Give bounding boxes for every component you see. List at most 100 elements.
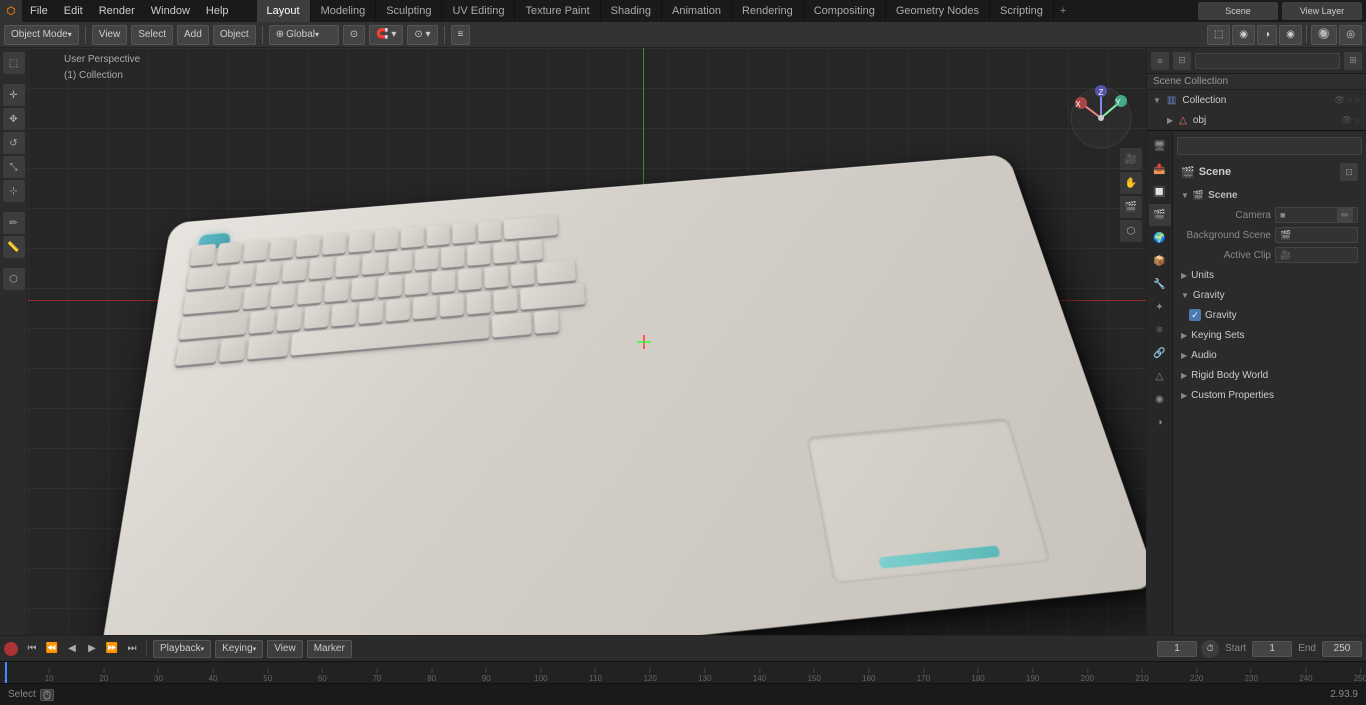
rotate-tool[interactable]: ↺	[3, 132, 25, 154]
workspace-tab-scripting[interactable]: Scripting	[990, 0, 1054, 22]
end-frame-input[interactable]	[1322, 641, 1362, 657]
outliner-display-mode[interactable]: ≡	[1151, 52, 1169, 70]
playback-btn[interactable]: Playback	[153, 640, 211, 658]
workspace-tab-compositing[interactable]: Compositing	[804, 0, 886, 22]
blender-logo[interactable]: ⬡	[0, 0, 22, 22]
add-menu[interactable]: Add	[177, 25, 209, 45]
collection-render-icon[interactable]: ○	[1355, 95, 1360, 106]
props-search-input[interactable]	[1177, 137, 1362, 155]
record-button[interactable]	[4, 642, 18, 656]
move-tool[interactable]: ✥	[3, 108, 25, 130]
render-preview-btn[interactable]: 🎬	[1120, 196, 1142, 218]
camera-pick-btn[interactable]: ✏	[1337, 207, 1353, 223]
keying-sets-section[interactable]: ▶ Keying Sets	[1177, 325, 1362, 345]
compositing-btn[interactable]: ⬡	[1120, 220, 1142, 242]
props-tab-scene[interactable]: 🎬	[1149, 204, 1171, 226]
object-mode-dropdown[interactable]: Object Mode	[4, 25, 79, 45]
props-tab-constraints[interactable]: 🔗	[1149, 342, 1171, 364]
material-preview[interactable]: ◑	[1257, 25, 1277, 45]
camera-prop-value[interactable]: ■ ✏	[1275, 207, 1358, 223]
workspace-tab-layout[interactable]: Layout	[257, 0, 311, 22]
jump-start-btn[interactable]: ⏮	[24, 641, 40, 657]
units-section[interactable]: ▶ Units	[1177, 265, 1362, 285]
active-clip-value[interactable]: 🎥	[1275, 247, 1358, 263]
play-reverse-btn[interactable]: ◀	[64, 641, 80, 657]
next-keyframe-btn[interactable]: ⏩	[104, 641, 120, 657]
overlay-toggle[interactable]: ≡	[451, 25, 471, 45]
props-tab-physics[interactable]: ⚛	[1149, 319, 1171, 341]
transform-pivot[interactable]: ⊙	[343, 25, 365, 45]
cursor-tool[interactable]: ✛	[3, 84, 25, 106]
props-tab-shader[interactable]: ◑	[1149, 411, 1171, 433]
props-tab-view-layer[interactable]: 🔲	[1149, 181, 1171, 203]
workspace-tab-sculpting[interactable]: Sculpting	[376, 0, 442, 22]
wireframe-shading[interactable]: ⬚	[1207, 25, 1230, 45]
solid-shading[interactable]: ◉	[1232, 25, 1255, 45]
menu-render[interactable]: Render	[91, 0, 143, 22]
obj-visibility-icon[interactable]: 👁	[1341, 115, 1352, 126]
jump-end-btn[interactable]: ⏭	[124, 641, 140, 657]
frame-clock-icon[interactable]: ⏱	[1201, 640, 1219, 658]
props-tab-render[interactable]: 🖥	[1149, 135, 1171, 157]
props-tab-world[interactable]: 🌍	[1149, 227, 1171, 249]
outliner-item-obj[interactable]: ▶ △ obj 👁 ○	[1147, 110, 1366, 130]
viewport-overlay-btn[interactable]: 🔘	[1311, 25, 1337, 45]
transform-tool[interactable]: ⊹	[3, 180, 25, 202]
props-tab-particles[interactable]: ✦	[1149, 296, 1171, 318]
outliner-item-collection[interactable]: ▼ ▥ Collection 👁 ○ ○	[1147, 90, 1366, 110]
main-viewport[interactable]: User Perspective (1) Collection Y X Z	[28, 48, 1146, 635]
custom-props-section[interactable]: ▶ Custom Properties	[1177, 385, 1362, 405]
current-frame-input[interactable]	[1157, 641, 1197, 657]
marker-btn[interactable]: Marker	[307, 640, 352, 658]
rendered-shading[interactable]: ◉	[1279, 25, 1302, 45]
start-frame-input[interactable]	[1252, 641, 1292, 657]
props-options-btn[interactable]: ⊡	[1340, 163, 1358, 181]
outliner-filter[interactable]: ⊟	[1173, 52, 1191, 70]
menu-file[interactable]: File	[22, 0, 56, 22]
workspace-tab-texture-paint[interactable]: Texture Paint	[515, 0, 600, 22]
camera-view-btn[interactable]: 🎥	[1120, 148, 1142, 170]
add-cube-tool[interactable]: ⬡	[3, 268, 25, 290]
select-menu[interactable]: Select	[131, 25, 173, 45]
props-tab-output[interactable]: 📤	[1149, 158, 1171, 180]
audio-section[interactable]: ▶ Audio	[1177, 345, 1362, 365]
prev-keyframe-btn[interactable]: ⏪	[44, 641, 60, 657]
props-tab-data[interactable]: △	[1149, 365, 1171, 387]
navigation-gizmo[interactable]: Y X Z	[1066, 83, 1136, 156]
add-workspace-button[interactable]: +	[1054, 5, 1072, 17]
props-tab-material[interactable]: ◉	[1149, 388, 1171, 410]
collection-camera-icon[interactable]: ○	[1347, 95, 1352, 106]
snapping-toggle[interactable]: 🧲 ▾	[369, 25, 403, 45]
view-btn[interactable]: View	[267, 640, 303, 658]
workspace-tab-shading[interactable]: Shading	[601, 0, 662, 22]
collection-visibility-icon[interactable]: 👁	[1334, 95, 1345, 106]
obj-camera-icon[interactable]: ○	[1355, 115, 1360, 126]
workspace-tab-modeling[interactable]: Modeling	[311, 0, 377, 22]
outliner-search[interactable]	[1195, 53, 1340, 69]
hand-tool-btn[interactable]: ✋	[1120, 172, 1142, 194]
scene-selector[interactable]: Scene	[1198, 2, 1278, 20]
transform-global[interactable]: ⊕ Global	[269, 25, 339, 45]
scale-tool[interactable]: ⤡	[3, 156, 25, 178]
workspace-tab-rendering[interactable]: Rendering	[732, 0, 804, 22]
select-box-tool[interactable]: ⬚	[3, 52, 25, 74]
workspace-tab-animation[interactable]: Animation	[662, 0, 732, 22]
gravity-checkbox[interactable]: ✓	[1189, 309, 1201, 321]
frame-ruler[interactable]: 1 10 20 30 40 50 60 70 80 90 100 110 120…	[0, 661, 1366, 683]
object-menu[interactable]: Object	[213, 25, 256, 45]
gravity-section[interactable]: ▼ Gravity	[1177, 285, 1362, 305]
menu-help[interactable]: Help	[198, 0, 237, 22]
outliner-filter-btn[interactable]: ⊞	[1344, 52, 1362, 70]
workspace-tab-uv-editing[interactable]: UV Editing	[442, 0, 515, 22]
annotate-tool[interactable]: ✏	[3, 212, 25, 234]
scene-section-header[interactable]: ▼ 🎬 Scene	[1177, 185, 1362, 205]
bg-scene-value[interactable]: 🎬	[1275, 227, 1358, 243]
proportional-edit[interactable]: ⊙ ▾	[407, 25, 437, 45]
play-btn[interactable]: ▶	[84, 641, 100, 657]
measure-tool[interactable]: 📏	[3, 236, 25, 258]
menu-edit[interactable]: Edit	[56, 0, 91, 22]
rigid-body-section[interactable]: ▶ Rigid Body World	[1177, 365, 1362, 385]
view-layer-selector[interactable]: View Layer	[1282, 2, 1362, 20]
props-tab-object[interactable]: 📦	[1149, 250, 1171, 272]
menu-window[interactable]: Window	[143, 0, 198, 22]
